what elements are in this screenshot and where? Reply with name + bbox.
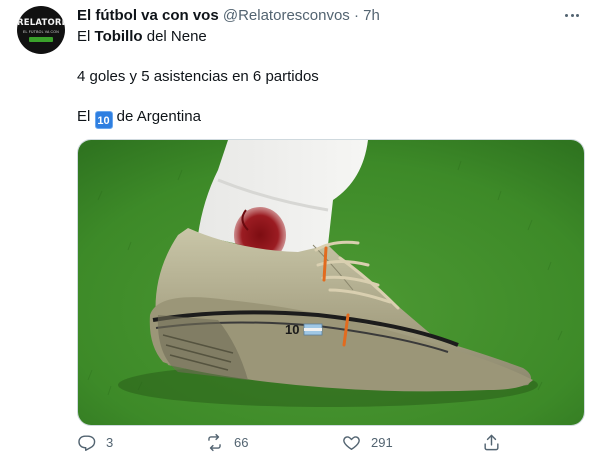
tweet-text-line-1: El Tobillo del Nene bbox=[77, 28, 207, 45]
tweet-actions: 3 66 291 bbox=[77, 430, 583, 454]
tweet-media-photo[interactable]: 10 bbox=[77, 139, 585, 426]
football-boot-photo: 10 bbox=[78, 140, 584, 425]
tweet-text-line-3: El 10 de Argentina bbox=[77, 108, 201, 129]
avatar-logo-text: RELATORES bbox=[17, 18, 65, 28]
tweet-text-line-2: 4 goles y 5 asistencias en 6 partidos bbox=[77, 68, 319, 85]
tweet-header: El fútbol va con vos @Relatoresconvos · … bbox=[77, 6, 380, 26]
tweet-timestamp[interactable]: 7h bbox=[363, 7, 380, 24]
tweet-text-bold: Tobillo bbox=[94, 28, 143, 45]
avatar-logo-bar bbox=[29, 37, 53, 42]
reply-count: 3 bbox=[106, 434, 114, 450]
more-horizontal-icon bbox=[565, 13, 569, 17]
avatar-logo-subtitle: EL FÚTBOL VA CON VOS bbox=[23, 30, 59, 34]
avatar[interactable]: RELATORES EL FÚTBOL VA CON VOS bbox=[17, 6, 65, 54]
reply-button[interactable]: 3 bbox=[77, 430, 113, 454]
retweet-count: 66 bbox=[234, 434, 249, 450]
reply-icon bbox=[78, 434, 96, 451]
tweet[interactable]: RELATORES EL FÚTBOL VA CON VOS El fútbol… bbox=[0, 0, 599, 459]
keycap-ten-emoji: 10 bbox=[94, 111, 113, 129]
retweet-button[interactable]: 66 bbox=[205, 430, 248, 454]
more-options-button[interactable] bbox=[560, 5, 584, 25]
share-button[interactable] bbox=[482, 430, 501, 454]
boot-number-text: 10 bbox=[285, 322, 299, 337]
like-count: 291 bbox=[371, 434, 393, 450]
display-name[interactable]: El fútbol va con vos bbox=[77, 7, 219, 24]
user-handle[interactable]: @Relatoresconvos bbox=[223, 7, 350, 24]
like-button[interactable]: 291 bbox=[342, 430, 393, 454]
header-separator: · bbox=[353, 7, 359, 24]
retweet-icon bbox=[208, 433, 221, 451]
heart-icon bbox=[343, 435, 360, 450]
share-icon bbox=[484, 434, 499, 450]
